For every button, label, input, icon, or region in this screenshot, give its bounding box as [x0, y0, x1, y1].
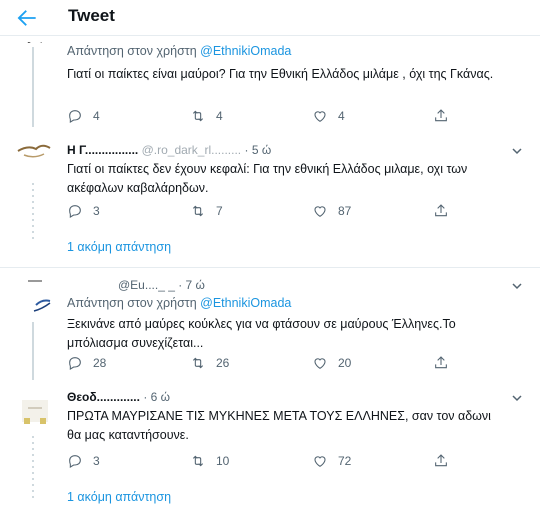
- retweet-icon: [192, 110, 204, 122]
- share-icon[interactable]: [433, 355, 449, 371]
- retweet-icon: [192, 205, 204, 217]
- reply-button[interactable]: 3: [67, 201, 100, 221]
- heart-icon: [314, 358, 326, 369]
- thread-line-dotted: [32, 436, 34, 498]
- tweet-text: Γιατί οι παίκτες είναι μαύροι? Για την Ε…: [67, 67, 494, 81]
- arrow-left-icon[interactable]: [14, 5, 40, 31]
- heart-icon: [314, 111, 326, 122]
- tweet-text: Ξεκινάνε από μαύρες κούκλες για να φτάσο…: [67, 317, 456, 350]
- retweet-icon: [192, 455, 204, 467]
- share-icon[interactable]: [433, 453, 449, 469]
- like-button[interactable]: 20: [312, 353, 351, 373]
- retweet-button[interactable]: 26: [190, 353, 229, 373]
- mention-link[interactable]: @EthnikiOmada: [200, 44, 291, 58]
- reply-button[interactable]: 3: [67, 451, 100, 471]
- heart-icon: [314, 456, 326, 467]
- tweet-text: Γιατί οι παίκτες δεν έχουν κεφαλί: Για τ…: [67, 162, 468, 195]
- tweet-author[interactable]: Θεοδ............. · 6 ώ: [67, 390, 170, 404]
- thread-line: [32, 322, 34, 380]
- reply-button[interactable]: 28: [67, 353, 106, 373]
- show-more-replies-link[interactable]: 1 ακόμη απάντηση: [67, 240, 171, 254]
- like-button[interactable]: 87: [312, 201, 351, 221]
- avatar[interactable]: [14, 139, 56, 163]
- reply-icon: [69, 357, 81, 370]
- retweet-button[interactable]: 7: [190, 201, 223, 221]
- reply-to-line: Απάντηση στον χρήστη @EthnikiOmada: [67, 44, 292, 58]
- mention-link[interactable]: @EthnikiOmada: [200, 296, 291, 310]
- share-icon[interactable]: [433, 108, 449, 124]
- like-button[interactable]: 72: [312, 451, 351, 471]
- chevron-down-icon[interactable]: [510, 281, 524, 291]
- avatar[interactable]: [12, 37, 54, 43]
- divider: [0, 267, 540, 268]
- avatar[interactable]: [14, 275, 56, 317]
- show-more-replies-link[interactable]: 1 ακόμη απάντηση: [67, 490, 171, 504]
- reply-icon: [69, 455, 81, 468]
- retweet-icon: [192, 357, 204, 369]
- retweet-button[interactable]: 4: [190, 106, 223, 126]
- tweet-thread-page: Tweet Απάντηση στον χρήστη @EthnikiOmada…: [0, 0, 540, 513]
- reply-icon: [69, 110, 81, 123]
- tweet-author[interactable]: @Eu...._ _ · 7 ώ: [118, 278, 205, 292]
- share-icon[interactable]: [433, 203, 449, 219]
- reply-to-line: Απάντηση στον χρήστη @EthnikiOmada: [67, 296, 292, 310]
- chevron-down-icon[interactable]: [510, 393, 524, 403]
- reply-button[interactable]: 4: [67, 106, 100, 126]
- chevron-down-icon[interactable]: [510, 146, 524, 156]
- thread-line: [32, 47, 34, 127]
- tweet-text: ΠΡΩΤΑ ΜΑΥΡΙΣΑΝΕ ΤΙΣ ΜΥΚΗΝΕΣ ΜΕΤΑ ΤΟΥΣ ΕΛ…: [67, 409, 491, 442]
- thread-line-dotted: [32, 183, 34, 243]
- retweet-button[interactable]: 10: [190, 451, 229, 471]
- tweet-author[interactable]: Η Γ................ @.ro_dark_rl........…: [67, 143, 271, 157]
- page-title: Tweet: [68, 6, 115, 25]
- avatar[interactable]: [14, 390, 56, 432]
- header-bar: Tweet: [0, 0, 540, 36]
- reply-icon: [69, 205, 81, 218]
- heart-icon: [314, 206, 326, 217]
- like-button[interactable]: 4: [312, 106, 345, 126]
